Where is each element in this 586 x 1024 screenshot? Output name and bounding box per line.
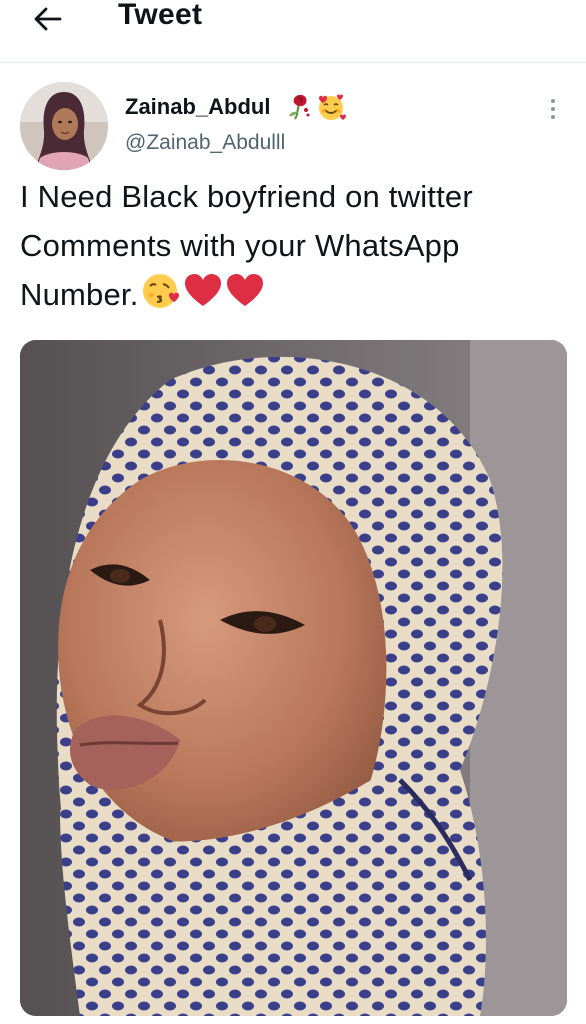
face-blowing-kiss-icon <box>142 274 179 308</box>
tweet-text-line: Comments with your WhatsApp <box>20 228 460 263</box>
author-display-name[interactable]: Zainab_Abdul <box>125 94 270 120</box>
red-heart-icon <box>226 274 263 306</box>
display-name-emojis <box>286 92 346 122</box>
arrow-left-icon <box>34 7 62 31</box>
rose-wilted-icon <box>289 94 310 120</box>
page-title: Tweet <box>118 0 203 31</box>
top-bar: Tweet <box>0 0 586 63</box>
vertical-ellipsis-icon <box>551 99 555 103</box>
author-handle[interactable]: @Zainab_Abdulll <box>125 131 285 155</box>
tweet-photo[interactable] <box>20 340 567 1016</box>
more-options-button[interactable] <box>540 92 566 126</box>
avatar-photo <box>20 82 108 170</box>
tweet-text: I Need Black boyfriend on twitter Commen… <box>20 172 566 319</box>
red-heart-icon <box>184 274 221 306</box>
tweet-text-line-last: Number. <box>20 270 566 319</box>
back-button[interactable] <box>22 0 72 38</box>
avatar[interactable] <box>20 82 108 170</box>
photo-image <box>20 340 567 1016</box>
tweet-detail-screen: Tweet Zainab_Abdul @Zainab_Abdulll I Nee… <box>0 0 586 1024</box>
tweet-emojis <box>141 271 265 311</box>
smiling-face-with-hearts-icon <box>319 94 346 120</box>
tweet-text-line: I Need Black boyfriend on twitter <box>20 179 473 214</box>
